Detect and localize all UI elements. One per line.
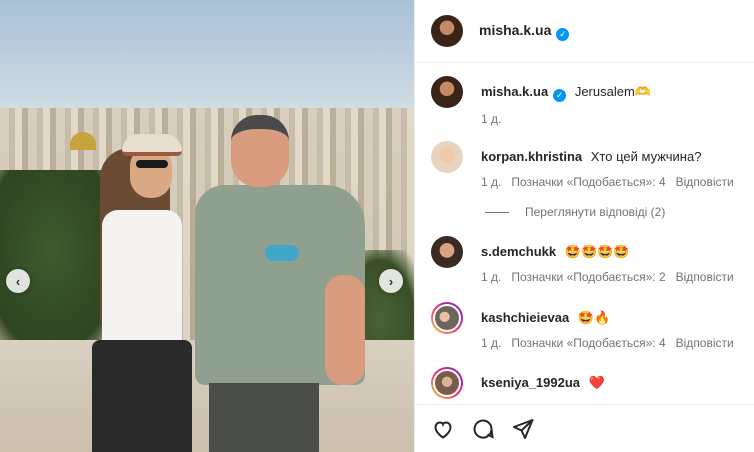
photo-sky [0, 0, 414, 115]
share-icon[interactable] [511, 417, 535, 441]
comment-time[interactable]: 1 д. [481, 175, 501, 189]
verified-icon: ✓ [556, 27, 570, 41]
reply-button[interactable]: Відповісти [676, 336, 734, 350]
commenter-avatar[interactable] [431, 236, 463, 268]
caption-avatar[interactable] [431, 76, 463, 108]
commenter-avatar-story[interactable] [431, 367, 463, 399]
comment-item: korpan.khristina Хто цей мужчина? 1 д. П… [431, 141, 747, 189]
comment-username[interactable]: s.demchukk [481, 244, 556, 259]
carousel-next-button[interactable]: › [379, 269, 403, 293]
post-header: misha.k.ua ✓ [415, 0, 754, 63]
view-replies-label[interactable]: Переглянути відповіді (2) [525, 205, 665, 219]
author-avatar[interactable] [431, 15, 463, 47]
reply-button[interactable]: Відповісти [676, 175, 734, 189]
reply-button[interactable]: Відповісти [676, 270, 734, 284]
author-username-text[interactable]: misha.k.ua [479, 22, 551, 38]
action-bar [415, 404, 754, 452]
commenter-avatar-story[interactable] [431, 302, 463, 334]
carousel-prev-button[interactable]: ‹ [6, 269, 30, 293]
caption-username[interactable]: misha.k.ua ✓ [481, 84, 567, 102]
photo-woman [82, 130, 202, 452]
comment-likes[interactable]: Позначки «Подобається»: 4 [511, 336, 665, 350]
verified-icon: ✓ [553, 89, 567, 102]
chevron-right-icon: › [388, 273, 394, 289]
replies-divider [485, 211, 509, 213]
comment-username[interactable]: kashchieievaa [481, 310, 569, 325]
comment-icon[interactable] [471, 417, 495, 441]
comment-likes[interactable]: Позначки «Подобається»: 2 [511, 270, 665, 284]
author-username[interactable]: misha.k.ua ✓ [479, 22, 570, 41]
comment-likes[interactable]: Позначки «Подобається»: 4 [511, 175, 665, 189]
caption-text: Jerusalem🫶 [574, 84, 651, 99]
post-side-panel: misha.k.ua ✓ misha.k.ua ✓ Jerusalem🫶 1 д. … [414, 0, 754, 452]
post-photo[interactable]: ‹ › [0, 0, 414, 452]
commenter-avatar[interactable] [431, 141, 463, 173]
comment-item: s.demchukk 🤩🤩🤩🤩 1 д. Позначки «Подобаєть… [431, 236, 747, 284]
comment-time[interactable]: 1 д. [481, 336, 501, 350]
comment-text: 🤩🤩🤩🤩 [564, 244, 630, 259]
caption-time[interactable]: 1 д. [481, 112, 501, 126]
comment-text: Хто цей мужчина? [590, 149, 702, 164]
comment-text: ❤️ [588, 375, 605, 390]
caption: misha.k.ua ✓ Jerusalem🫶 1 д. [431, 76, 747, 126]
comment-username[interactable]: korpan.khristina [481, 149, 582, 164]
photo-man [195, 115, 375, 452]
comment-time[interactable]: 1 д. [481, 270, 501, 284]
view-replies-button[interactable]: Переглянути відповіді (2) [485, 205, 665, 219]
chevron-left-icon: ‹ [15, 273, 21, 289]
comments-list[interactable]: misha.k.ua ✓ Jerusalem🫶 1 д. korpan.khris… [415, 64, 754, 404]
comment-item: kashchieievaa 🤩🔥 1 д. Позначки «Подобаєт… [431, 302, 747, 350]
heart-icon[interactable] [431, 417, 455, 441]
comment-item: kseniya_1992ua ❤️ [431, 367, 747, 399]
comment-username[interactable]: kseniya_1992ua [481, 375, 580, 390]
comment-text: 🤩🔥 [577, 310, 611, 325]
